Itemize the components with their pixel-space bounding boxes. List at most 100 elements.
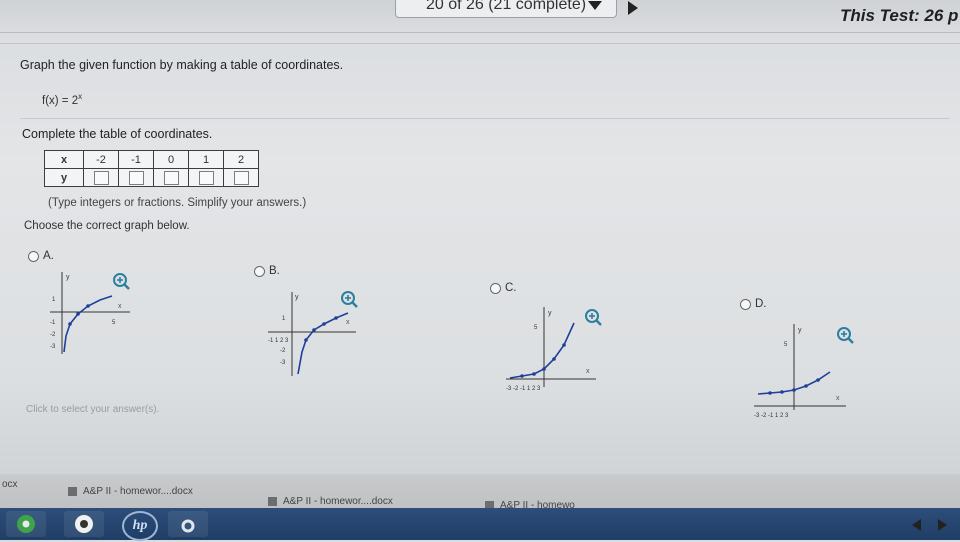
point <box>312 328 316 332</box>
point <box>76 312 80 316</box>
option-a[interactable]: A. <box>28 250 54 262</box>
y-answer-input[interactable] <box>93 170 109 185</box>
function-base: f(x) = 2 <box>42 94 79 107</box>
radio-option-d[interactable] <box>740 298 751 310</box>
option-c[interactable]: C. <box>490 282 517 294</box>
tick-label: 1 <box>282 316 286 322</box>
x-value: 1 <box>188 150 224 169</box>
scroll-right-icon[interactable] <box>938 519 947 531</box>
y-cell <box>153 168 189 187</box>
record-icon <box>75 515 93 533</box>
x-axis-label: x <box>586 368 590 375</box>
choose-graph-label: Choose the correct graph below. <box>24 220 190 232</box>
zoom-icon[interactable] <box>112 272 130 290</box>
scroll-left-icon[interactable] <box>912 519 921 531</box>
option-b-label: B. <box>269 265 280 277</box>
y-cell <box>188 168 224 187</box>
divider <box>20 118 950 119</box>
zoom-icon[interactable] <box>584 308 602 326</box>
tick-label: 5 <box>534 325 538 331</box>
download-item[interactable]: A&P II - homewor....docx <box>68 486 193 497</box>
x-axis-label: x <box>118 303 122 310</box>
answer-hint: (Type integers or fractions. Simplify yo… <box>48 197 307 209</box>
point <box>780 390 784 394</box>
chrome-taskbar-icon[interactable] <box>6 511 46 537</box>
y-answer-input[interactable] <box>128 170 144 185</box>
point <box>68 322 72 326</box>
document-icon <box>268 496 277 506</box>
download-item[interactable]: A&P II - homewor....docx <box>268 496 393 507</box>
y-answer-input[interactable] <box>163 170 179 185</box>
next-question-icon[interactable] <box>628 1 638 15</box>
point <box>768 391 772 395</box>
option-b[interactable]: B. <box>254 265 280 277</box>
os-taskbar: hp <box>0 508 960 541</box>
tick-label: 1 <box>52 297 56 303</box>
x-value: 0 <box>153 150 189 169</box>
x-value: 2 <box>223 150 259 169</box>
question-instruction: Graph the given function by making a tab… <box>20 58 344 72</box>
tick-label: 5 <box>112 320 116 326</box>
download-item-label: A&P II - homewor....docx <box>283 496 393 507</box>
radio-option-b[interactable] <box>254 265 265 277</box>
y-axis-label: y <box>798 327 802 334</box>
chrome-icon <box>17 515 35 533</box>
x-axis-label: x <box>836 395 840 402</box>
option-d[interactable]: D. <box>740 298 767 310</box>
y-header: y <box>44 168 84 187</box>
downloads-bar: ocx A&P II - homewor....docx A&P II - ho… <box>0 474 960 511</box>
y-axis-label: y <box>66 274 70 281</box>
divider <box>0 43 960 44</box>
tick-label: -3 -2 -1 1 2 3 <box>506 386 541 392</box>
x-header: x <box>44 150 84 169</box>
x-axis-label: x <box>346 319 350 326</box>
tick-label: -3 <box>50 344 56 350</box>
document-icon <box>68 486 77 496</box>
curve <box>297 312 349 375</box>
chevron-down-icon[interactable] <box>588 1 602 10</box>
point <box>562 343 566 347</box>
tick-label: -2 <box>50 332 56 338</box>
point <box>816 378 820 382</box>
camera-taskbar-icon[interactable] <box>64 511 104 537</box>
point <box>532 372 536 376</box>
tick-label: -1 1 2 3 <box>268 338 289 344</box>
question-progress-dropdown[interactable]: 20 of 26 (21 complete) <box>395 0 617 18</box>
hp-logo[interactable]: hp <box>122 511 158 541</box>
tick-label: -3 <box>280 360 286 366</box>
radio-option-a[interactable] <box>28 250 39 262</box>
point <box>542 367 546 371</box>
zoom-icon[interactable] <box>340 290 358 308</box>
click-to-select-hint: Click to select your answer(s). <box>26 404 160 415</box>
tick-label: -1 <box>50 320 56 326</box>
radio-option-c[interactable] <box>490 282 501 294</box>
table-instruction: Complete the table of coordinates. <box>22 127 213 141</box>
point <box>304 338 308 342</box>
zoom-icon[interactable] <box>836 326 854 344</box>
y-answer-input[interactable] <box>198 170 214 185</box>
point <box>334 316 338 320</box>
tick-label: -2 <box>280 348 286 354</box>
point <box>552 357 556 361</box>
settings-taskbar-icon[interactable] <box>168 511 208 537</box>
table-row-y: y <box>44 168 259 187</box>
graph-option-d[interactable]: y x 5 -3 -2 -1 1 2 3 <box>750 322 850 422</box>
y-answer-input[interactable] <box>233 170 249 185</box>
point <box>520 374 524 378</box>
tick-label: -3 -2 -1 1 2 3 <box>754 413 789 419</box>
y-cell <box>223 168 259 187</box>
test-title: This Test: 26 p <box>840 6 959 25</box>
gear-icon <box>181 519 195 533</box>
x-value: -2 <box>83 150 119 169</box>
option-d-label: D. <box>755 298 767 310</box>
function-expression: f(x) = 2x <box>42 92 82 107</box>
y-axis-label: y <box>548 310 552 317</box>
y-axis-label: y <box>295 294 299 301</box>
coordinate-table: x -2 -1 0 1 2 y <box>44 150 259 187</box>
table-row-x: x -2 -1 0 1 2 <box>44 150 259 169</box>
download-item-partial[interactable]: ocx <box>2 479 18 490</box>
point <box>322 322 326 326</box>
point <box>86 304 90 308</box>
option-c-label: C. <box>505 282 517 294</box>
tick-label: 5 <box>784 342 788 348</box>
